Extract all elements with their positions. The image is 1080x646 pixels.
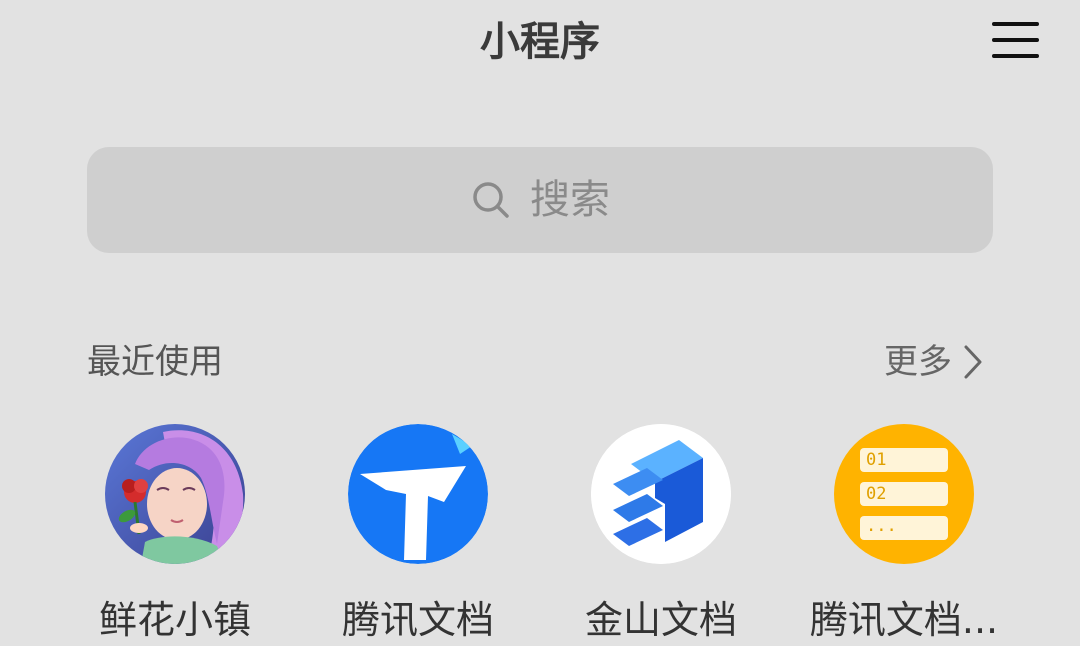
app-item-flower-town[interactable]: 鲜花小镇: [75, 424, 275, 646]
list-row-1: 01: [860, 448, 948, 472]
tencent-docs-icon: [348, 424, 488, 564]
more-link[interactable]: 更多: [884, 338, 988, 386]
list-row-2: 02: [860, 482, 948, 506]
app-label: 金山文档: [584, 598, 737, 642]
app-label: 腾讯文档...: [809, 598, 999, 642]
flower-town-avatar-icon: [105, 424, 245, 564]
more-label: 更多: [884, 342, 952, 382]
tencent-docs-list-icon: 01 02 ...: [834, 424, 974, 564]
chevron-right-icon: [962, 342, 988, 382]
kingsoft-docs-icon: [591, 424, 731, 564]
recent-apps-grid: 鲜花小镇 腾讯文档 金山文档 01 02 ... 腾讯文档...: [0, 424, 1080, 642]
menu-button[interactable]: [986, 16, 1046, 64]
app-item-kingsoft-docs[interactable]: 金山文档: [561, 424, 761, 646]
app-item-tencent-docs[interactable]: 腾讯文档: [318, 424, 518, 646]
list-row-3: ...: [860, 516, 948, 540]
search-icon: [470, 179, 512, 221]
search-placeholder: 搜索: [530, 177, 610, 223]
app-label: 鲜花小镇: [98, 598, 251, 642]
app-item-tencent-docs-list[interactable]: 01 02 ... 腾讯文档...: [804, 424, 1004, 646]
search-input[interactable]: 搜索: [87, 147, 993, 253]
section-title-recent: 最近使用: [87, 342, 223, 382]
page-title: 小程序: [480, 19, 600, 65]
app-label: 腾讯文档: [341, 598, 494, 642]
